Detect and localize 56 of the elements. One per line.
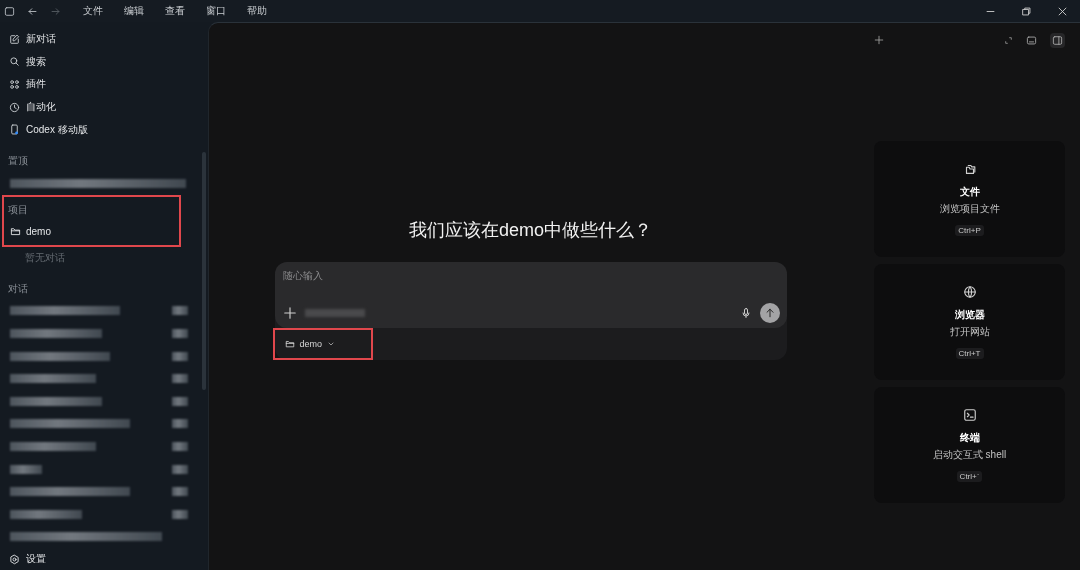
edit-icon <box>9 33 20 45</box>
sidebar-toggle-icon <box>4 5 15 17</box>
card-title: 浏览器 <box>954 308 985 322</box>
chevron-down-icon <box>327 340 335 348</box>
nav-item[interactable]: 自动化 <box>0 95 208 119</box>
nav-item[interactable]: 搜索 <box>0 50 208 74</box>
terminal-icon <box>962 408 977 422</box>
plus-icon <box>282 306 297 320</box>
prompt-field[interactable]: 随心输入 <box>274 262 787 328</box>
globe-icon <box>962 285 977 299</box>
card-description: 浏览项目文件 <box>939 202 1000 216</box>
menu-item[interactable]: 查看 <box>155 4 196 18</box>
menu-item[interactable]: 帮助 <box>237 4 278 18</box>
menu-item[interactable]: 文件 <box>73 4 114 18</box>
grid-icon <box>9 79 20 90</box>
up-arrow-icon <box>763 307 776 319</box>
forward-arrow-icon <box>50 5 61 17</box>
tool-card[interactable]: 浏览器 打开网站 Ctrl+T <box>874 264 1065 380</box>
side-panel-icon <box>1052 34 1063 46</box>
empty-note: 暂无对话 <box>24 250 66 265</box>
card-description: 启动交互式 shell <box>932 448 1007 462</box>
section-heading: 置顶 <box>7 153 29 168</box>
tool-card[interactable]: 文件 浏览项目文件 Ctrl+P <box>874 141 1065 257</box>
expand-icon <box>1004 35 1013 45</box>
send-button[interactable] <box>759 303 780 323</box>
clock-icon <box>9 101 20 113</box>
shortcut-badge: Ctrl+P <box>955 225 984 236</box>
bottom-panel-icon <box>1026 34 1037 46</box>
search-icon <box>9 56 20 68</box>
menu-item[interactable]: 窗口 <box>196 4 237 18</box>
microphone-icon <box>739 307 752 319</box>
menu-item[interactable]: 编辑 <box>114 4 155 18</box>
shortcut-badge: Ctrl+` <box>956 471 983 482</box>
restore-icon <box>1020 5 1032 17</box>
section-heading: 对话 <box>7 281 29 296</box>
project-item[interactable]: demo <box>4 220 179 243</box>
folder-selector[interactable]: demo <box>272 328 373 360</box>
settings-icon <box>9 553 20 565</box>
settings-item[interactable]: 设置 <box>9 552 46 566</box>
close-icon <box>1056 5 1068 17</box>
card-title: 文件 <box>959 185 980 199</box>
nav-item[interactable]: 新对话 <box>0 28 208 51</box>
prompt-input[interactable]: 随心输入 <box>282 270 683 281</box>
section-heading: 项目 <box>7 202 29 217</box>
folder-icon <box>284 339 295 349</box>
card-description: 打开网站 <box>949 325 990 339</box>
new-tab-plus-icon <box>874 35 884 45</box>
nav-item[interactable]: 插件 <box>0 73 208 96</box>
phone-icon <box>9 124 20 136</box>
folder-icon <box>10 226 21 238</box>
card-title: 终端 <box>959 431 980 445</box>
page-heading: 我们应该在demo中做些什么？ <box>409 219 652 242</box>
nav-item[interactable]: Codex 移动版 <box>0 118 208 141</box>
shortcut-badge: Ctrl+T <box>955 348 984 359</box>
back-arrow-icon <box>27 5 38 17</box>
tool-card[interactable]: 终端 启动交互式 shell Ctrl+` <box>874 387 1065 503</box>
